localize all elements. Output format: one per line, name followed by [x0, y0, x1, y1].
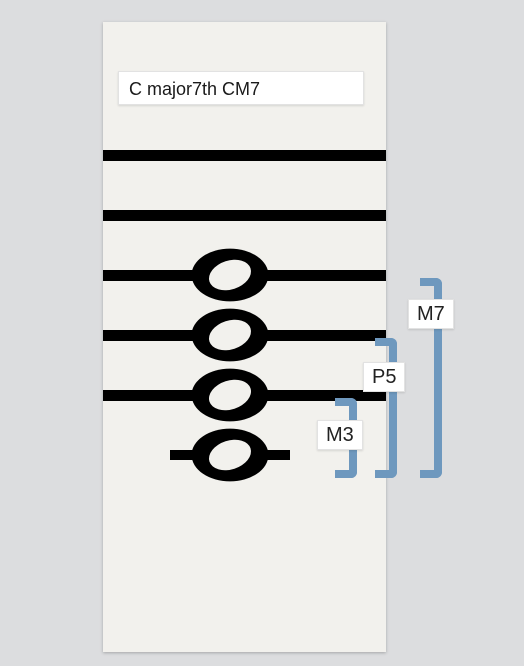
interval-label-m7: M7 — [408, 299, 454, 329]
note-g — [190, 307, 270, 363]
note-b — [190, 247, 270, 303]
note-c — [190, 427, 270, 483]
interval-label-m3: M3 — [317, 420, 363, 450]
interval-label-p5: P5 — [363, 362, 405, 392]
note-e — [190, 367, 270, 423]
bracket-p5 — [375, 338, 397, 478]
chord-title: C major7th CM7 — [118, 71, 364, 105]
staff-line-5 — [103, 150, 386, 161]
staff-line-4 — [103, 210, 386, 221]
